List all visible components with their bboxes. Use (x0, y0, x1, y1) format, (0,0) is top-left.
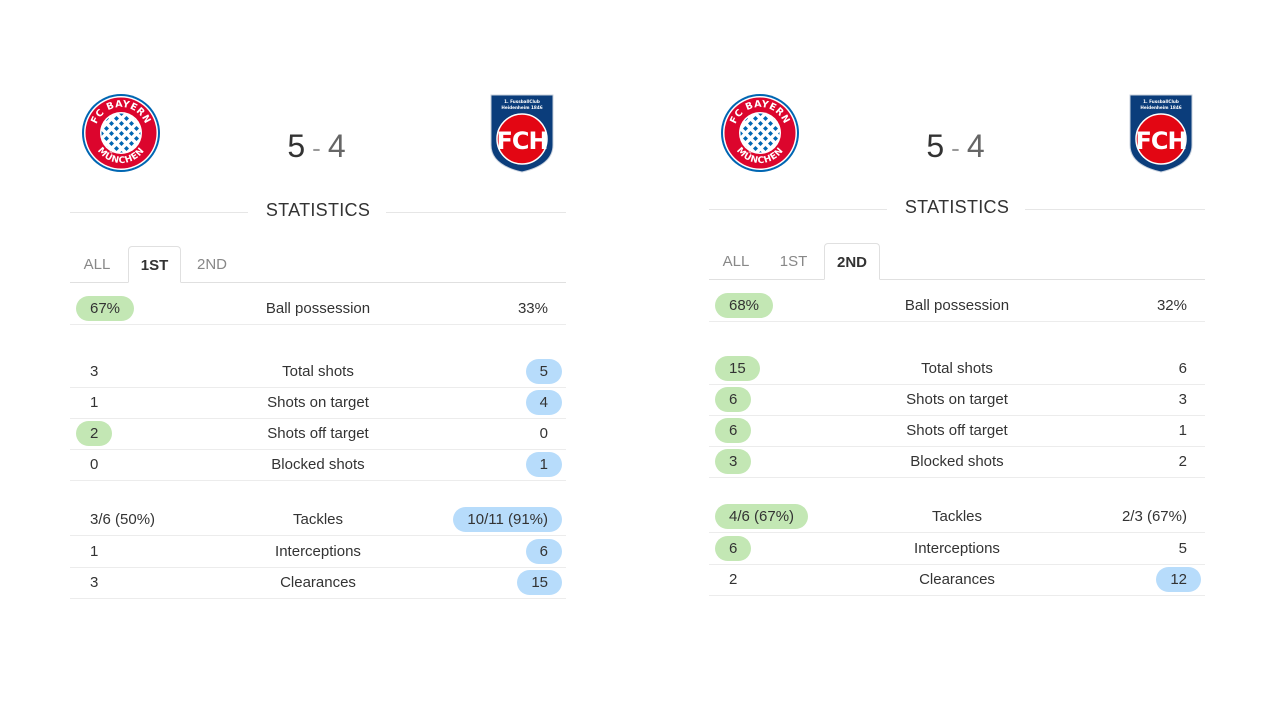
home-value: 3 (715, 449, 752, 474)
stat-label: Ball possession (904, 297, 1010, 314)
stat-row-tackles: Tackles 4/6 (67%) 2/3 (67%) (709, 501, 1205, 533)
match-score: 5-4 (247, 128, 387, 165)
home-value: 3 (90, 363, 99, 380)
stat-label: Clearances (280, 574, 356, 591)
home-value: 68% (715, 293, 774, 318)
away-value: 5 (525, 359, 562, 384)
stat-label: Ball possession (265, 300, 371, 317)
away-value: 6 (525, 538, 562, 564)
stat-row-clearances: Clearances 2 12 (709, 564, 1205, 596)
stat-row-shots-on-target: Shots on target 6 3 (709, 384, 1205, 416)
tab-all[interactable]: ALL (711, 243, 761, 279)
stat-row-interceptions: Interceptions 6 5 (709, 533, 1205, 565)
home-value: 6 (715, 387, 752, 412)
home-value: 6 (715, 418, 752, 443)
bayern-munich-logo-icon[interactable]: FC BAYERN MÜNCHEN (81, 93, 161, 173)
away-value: 2 (1178, 453, 1187, 470)
score-separator: - (951, 133, 961, 163)
stat-row-blocked-shots: Blocked shots 3 2 (709, 446, 1205, 478)
stat-row-shots-on-target: Shots on target 1 4 (70, 387, 566, 419)
home-value: 3 (90, 574, 99, 591)
stat-label: Blocked shots (910, 453, 1004, 470)
tab-1st[interactable]: 1ST (128, 246, 181, 283)
stat-label: Total shots (921, 360, 993, 377)
away-value: 33% (517, 300, 548, 317)
stat-row-interceptions: Interceptions 1 6 (70, 536, 566, 568)
tab-2nd[interactable]: 2ND (184, 246, 240, 282)
stat-label: Shots on target (267, 394, 369, 411)
statistics-title: STATISTICS (251, 200, 385, 220)
stat-row-shots-off-target: Shots off target 6 1 (709, 415, 1205, 447)
away-score: 4 (327, 128, 347, 164)
svg-text:1. FussballClub: 1. FussballClub (504, 99, 540, 104)
home-value: 6 (715, 535, 752, 561)
stat-row-total-shots: Total shots 15 6 (709, 353, 1205, 385)
svg-text:Heidenheim 1846: Heidenheim 1846 (501, 105, 542, 110)
heidenheim-logo-icon[interactable]: 1. FussballClub Heidenheim 1846 FCH (489, 93, 555, 173)
away-value: 15 (517, 570, 562, 595)
away-value: 6 (1178, 360, 1187, 377)
home-value: 67% (76, 296, 135, 321)
home-score: 5 (926, 128, 946, 164)
stat-row-clearances: Clearances 3 15 (70, 567, 566, 599)
stat-row-total-shots: Total shots 3 5 (70, 356, 566, 388)
stat-row-blocked-shots: Blocked shots 0 1 (70, 449, 566, 481)
away-score: 4 (966, 128, 986, 164)
home-value: 3/6 (50%) (90, 511, 156, 528)
away-value: 10/11 (91%) (453, 507, 562, 532)
stat-label: Interceptions (914, 539, 1000, 557)
stat-label: Blocked shots (271, 456, 365, 473)
period-tabs: ALL 1ST 2ND (709, 243, 1205, 280)
svg-text:Heidenheim 1846: Heidenheim 1846 (1140, 105, 1181, 110)
score-separator: - (312, 133, 322, 163)
stats-panel-second-half: FC BAYERN MÜNCHEN 5-4 1. FussballClub He… (706, 0, 1206, 720)
stat-label: Shots on target (906, 391, 1008, 408)
period-tabs: ALL 1ST 2ND (70, 246, 566, 283)
bayern-munich-logo-icon[interactable]: FC BAYERN MÜNCHEN (720, 93, 800, 173)
stat-row-tackles: Tackles 3/6 (50%) 10/11 (91%) (70, 504, 566, 536)
away-value: 5 (1178, 539, 1187, 557)
svg-text:FCH: FCH (496, 127, 547, 155)
stat-label: Total shots (282, 363, 354, 380)
statistics-header: STATISTICS (70, 200, 566, 224)
away-value: 32% (1156, 297, 1187, 314)
statistics-title: STATISTICS (890, 197, 1024, 217)
stats-panel-first-half: FC BAYERN MÜNCHEN 5-4 1. FussballClub He… (67, 0, 567, 720)
home-value: 4/6 (67%) (715, 504, 809, 529)
stat-row-shots-off-target: Shots off target 2 0 (70, 418, 566, 450)
home-value: 1 (90, 394, 99, 411)
home-value: 2 (76, 421, 113, 446)
stat-label: Shots off target (906, 422, 1008, 439)
away-value: 0 (539, 425, 548, 442)
home-score: 5 (287, 128, 307, 164)
away-value: 1 (525, 452, 562, 477)
away-value: 12 (1156, 567, 1201, 592)
stat-row-ball-possession: Ball possession 67% 33% (70, 293, 566, 325)
match-score: 5-4 (886, 128, 1026, 165)
tab-1st[interactable]: 1ST (767, 243, 820, 279)
away-value: 3 (1178, 391, 1187, 408)
stat-row-ball-possession: Ball possession 68% 32% (709, 290, 1205, 322)
home-value: 1 (90, 542, 99, 560)
away-value: 1 (1178, 422, 1187, 439)
svg-text:FCH: FCH (1135, 127, 1186, 155)
home-value: 0 (90, 456, 99, 473)
statistics-header: STATISTICS (709, 197, 1205, 221)
away-value: 4 (525, 390, 562, 415)
stat-label: Shots off target (267, 425, 369, 442)
stat-label: Interceptions (275, 542, 361, 560)
stat-label: Clearances (919, 571, 995, 588)
heidenheim-logo-icon[interactable]: 1. FussballClub Heidenheim 1846 FCH (1128, 93, 1194, 173)
home-value: 15 (715, 356, 760, 381)
tab-all[interactable]: ALL (72, 246, 122, 282)
svg-text:1. FussballClub: 1. FussballClub (1143, 99, 1179, 104)
away-value: 2/3 (67%) (1121, 508, 1187, 525)
tab-2nd[interactable]: 2ND (824, 243, 880, 280)
home-value: 2 (729, 571, 738, 588)
